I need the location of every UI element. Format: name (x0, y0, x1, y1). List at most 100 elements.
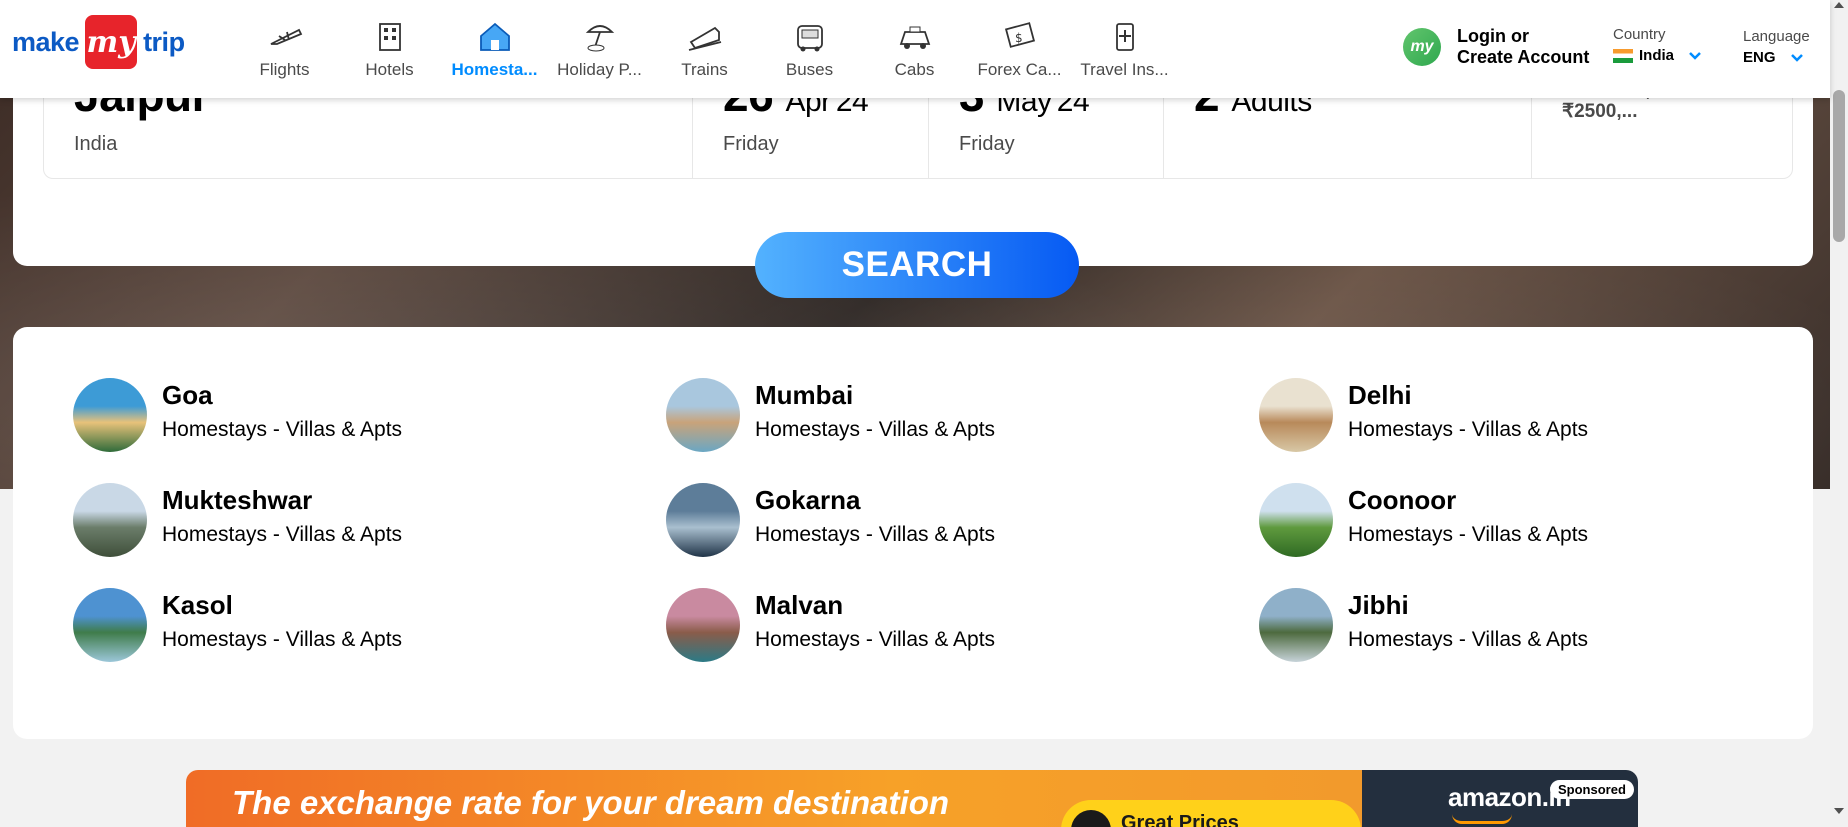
nav-item-holiday-package[interactable]: Holiday P... (547, 8, 652, 86)
destination-subtitle: Homestays - Villas & Apts (1348, 523, 1589, 546)
scroll-thumb[interactable] (1833, 90, 1845, 242)
checkin-field[interactable]: 26 Apr'24 Friday (693, 90, 929, 178)
travel-insurance-icon (1105, 18, 1145, 54)
destination-thumbnail (73, 378, 147, 452)
banner-headline: The exchange rate for your dream destina… (232, 784, 950, 821)
nav-label: Cabs (894, 60, 935, 79)
nav-label: Holiday P... (557, 60, 642, 79)
chevron-down-icon (1689, 51, 1701, 60)
destination-name: Malvan (755, 590, 844, 620)
makemytrip-logo[interactable]: make my trip (12, 14, 185, 70)
destination-thumbnail (666, 588, 740, 662)
nav-item-forex-card[interactable]: $ Forex Ca... (967, 8, 1072, 86)
top-header: make my trip Flights Hotels Homesta... Holi… (0, 0, 1830, 98)
destination-name: Jibhi (1348, 590, 1409, 620)
main-nav: Flights Hotels Homesta... Holiday P... Train… (232, 8, 1177, 86)
checkout-weekday: Friday (959, 133, 1015, 155)
destination-subtitle: Homestays - Villas & Apts (755, 523, 996, 546)
destinations-grid: Goa Homestays - Villas & Apts Mumbai Homest… (73, 378, 1848, 693)
destination-thumbnail (1259, 588, 1333, 662)
logo-make: make (12, 26, 80, 57)
destination-subtitle: Homestays - Villas & Apts (1348, 418, 1589, 441)
nav-label: Trains (681, 60, 728, 79)
destination-thumbnail (666, 378, 740, 452)
nav-item-travel-insurance[interactable]: Travel Ins... (1072, 8, 1177, 86)
login-line1: Login or (1457, 26, 1529, 46)
popular-destinations: Goa Homestays - Villas & Apts Mumbai Homest… (13, 327, 1813, 739)
destination-item[interactable]: Coonoor Homestays - Villas & Apts (1259, 483, 1848, 588)
india-flag-icon (1613, 48, 1633, 63)
ad-banner[interactable]: The exchange rate for your dream destina… (186, 770, 1638, 827)
country-label: Country (1613, 26, 1666, 43)
destination-subtitle: Homestays - Villas & Apts (162, 418, 403, 441)
scroll-up-arrow-icon[interactable] (1834, 2, 1844, 8)
cab-icon (895, 18, 935, 54)
destination-item[interactable]: Mukteshwar Homestays - Villas & Apts (73, 483, 666, 588)
flight-icon (265, 18, 305, 54)
nav-label: Forex Ca... (977, 60, 1062, 79)
nav-label: Hotels (365, 60, 414, 79)
destination-subtitle: Homestays - Villas & Apts (755, 628, 996, 651)
city-field[interactable]: Jaipur India (44, 90, 693, 178)
destination-item[interactable]: Delhi Homestays - Villas & Apts (1259, 378, 1848, 483)
search-button[interactable]: SEARCH (755, 232, 1079, 298)
nav-label: Homesta... (451, 60, 538, 79)
destination-subtitle: Homestays - Villas & Apts (755, 418, 996, 441)
destination-item[interactable]: Malvan Homestays - Villas & Apts (666, 588, 1259, 693)
banner-right: amazon.in Sponsored (1362, 770, 1638, 827)
destination-name: Kasol (162, 590, 233, 620)
nav-item-hotel[interactable]: Hotels (337, 8, 442, 86)
destination-item[interactable]: Mumbai Homestays - Villas & Apts (666, 378, 1259, 483)
login-avatar: my (1403, 28, 1441, 66)
guests-field[interactable]: 2 Adults (1164, 90, 1532, 178)
destination-thumbnail (1259, 483, 1333, 557)
amazon-smile-icon (1452, 814, 1512, 824)
destination-item[interactable]: Gokarna Homestays - Villas & Apts (666, 483, 1259, 588)
destination-item[interactable]: Goa Homestays - Villas & Apts (73, 378, 666, 483)
destination-name: Goa (162, 380, 213, 410)
country-selector[interactable]: Country India (1613, 26, 1702, 64)
nav-item-bus[interactable]: Buses (757, 8, 862, 86)
forex-card-icon: $ (1000, 18, 1040, 54)
svg-text:$: $ (1015, 31, 1023, 45)
hotel-icon (370, 18, 410, 54)
scroll-down-arrow-icon[interactable] (1834, 808, 1844, 814)
destination-item[interactable]: Jibhi Homestays - Villas & Apts (1259, 588, 1848, 693)
holiday-package-icon (580, 18, 620, 54)
destination-subtitle: Homestays - Villas & Apts (162, 628, 403, 651)
destination-name: Mumbai (755, 380, 854, 410)
logo-badge: my (85, 15, 138, 69)
nav-label: Travel Ins... (1080, 60, 1169, 79)
destination-name: Mukteshwar (162, 485, 313, 515)
train-icon (685, 18, 725, 54)
language-label: Language (1743, 28, 1810, 45)
nav-item-cab[interactable]: Cabs (862, 8, 967, 86)
destination-subtitle: Homestays - Villas & Apts (162, 523, 403, 546)
destination-name: Gokarna (755, 485, 861, 515)
page-scrollbar[interactable] (1830, 0, 1848, 827)
language-value: ENG (1743, 49, 1776, 66)
destination-thumbnail (666, 483, 740, 557)
login-text: Login or Create Account (1457, 26, 1589, 68)
price-line2: ₹2500,... (1562, 101, 1638, 122)
bus-icon (790, 18, 830, 54)
nav-item-train[interactable]: Trains (652, 8, 757, 86)
destination-item[interactable]: Kasol Homestays - Villas & Apts (73, 588, 666, 693)
banner-left: The exchange rate for your dream destina… (186, 770, 1362, 827)
login-button[interactable]: my Login or Create Account (1403, 26, 1589, 68)
logo-trip: trip (143, 26, 185, 57)
language-selector[interactable]: Language ENG (1743, 28, 1810, 66)
login-line2: Create Account (1457, 47, 1590, 67)
destination-thumbnail (1259, 378, 1333, 452)
nav-item-homestay[interactable]: Homesta... (442, 8, 547, 86)
destination-subtitle: Homestays - Villas & Apts (1348, 628, 1589, 651)
sponsored-badge: Sponsored (1550, 780, 1634, 799)
checkout-field[interactable]: 3 May'24 Friday (929, 90, 1164, 178)
city-country: India (74, 133, 118, 155)
nav-item-flight[interactable]: Flights (232, 8, 337, 86)
destination-thumbnail (73, 588, 147, 662)
price-field[interactable]: ₹0-₹1500, ₹1500- ₹2500,... (1532, 90, 1792, 178)
destination-name: Coonoor (1348, 485, 1457, 515)
country-value: India (1639, 47, 1675, 64)
banner-pill: Great Prices (1061, 800, 1361, 827)
